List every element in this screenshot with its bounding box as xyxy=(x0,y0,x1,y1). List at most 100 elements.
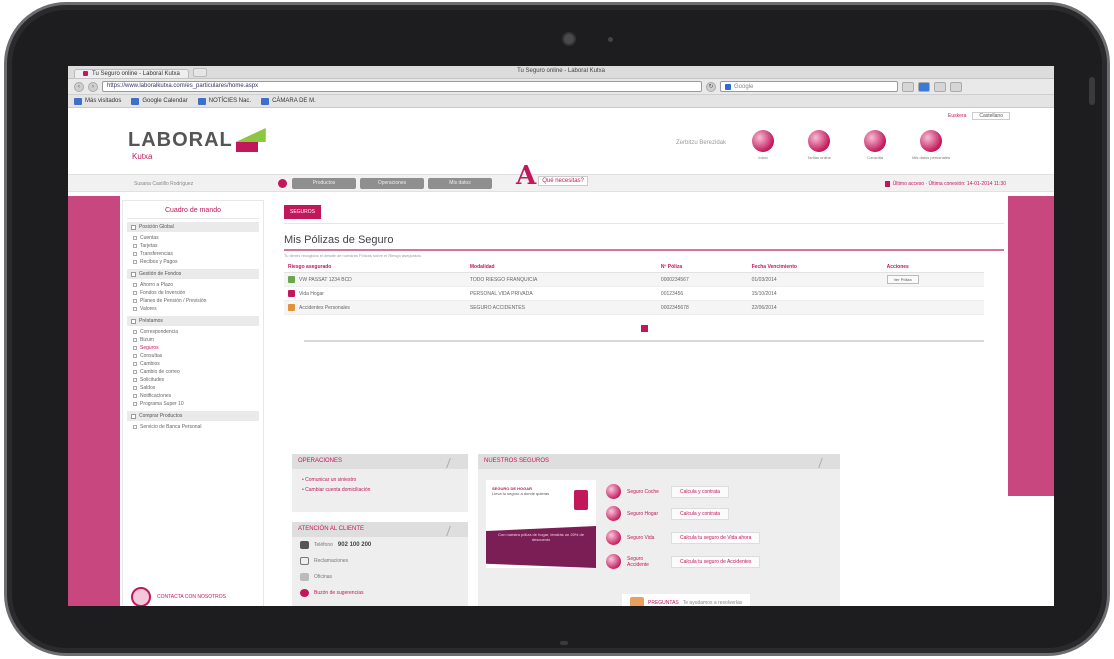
header-greeting: Zerbitzu Berezidak xyxy=(676,140,727,146)
table-row[interactable]: Accidentes Personales SEGURO ACCIDENTES 00… xyxy=(284,300,984,315)
rate-icon xyxy=(808,130,831,152)
table-row[interactable]: Vida Hogar PERSONAL VIDA PRIVADA 00123456 1… xyxy=(284,286,984,301)
product-cta-button[interactable]: Calcula y contrata xyxy=(671,507,730,520)
sidebar-item[interactable]: Valores xyxy=(127,305,259,313)
product-cta-button[interactable]: Calcula tu seguro de Vida ahora xyxy=(671,531,761,544)
device-icon xyxy=(574,490,588,510)
favicon-icon xyxy=(83,71,88,76)
sidebar-item[interactable]: Cambios xyxy=(127,360,259,368)
nav-dot-icon xyxy=(278,179,287,188)
header-home-button[interactable]: Inicio xyxy=(744,130,782,160)
brand-logo[interactable]: LABORAL xyxy=(128,128,266,152)
sidebar-section[interactable]: Posición Global xyxy=(127,222,259,232)
sidebar-section[interactable]: Comprar Productos xyxy=(127,411,259,421)
sidebar-item[interactable]: Cambio de correo xyxy=(127,368,259,376)
pagination-dot[interactable] xyxy=(640,325,648,332)
support-row[interactable]: Oficinas xyxy=(292,569,468,585)
sidebar-item[interactable]: Saldos xyxy=(127,384,259,392)
view-policy-button[interactable]: Ver Póliza xyxy=(886,274,919,284)
lang-castellano[interactable]: Castellano xyxy=(972,112,1010,120)
header-profile-button[interactable]: Mis datos personales xyxy=(912,130,950,160)
column-header[interactable]: Riesgo asegurado xyxy=(284,262,466,273)
cell-accion[interactable] xyxy=(882,286,984,301)
sidebar-item[interactable]: Fondos de Inversión xyxy=(127,289,259,297)
operation-link[interactable]: • Cambiar cuenta domiciliación xyxy=(292,485,468,495)
sidebar-item[interactable]: Correspondencia xyxy=(127,328,259,336)
main-nav: Susana Castillo Rodríguez Productos Oper… xyxy=(68,163,1054,192)
back-icon[interactable]: ‹ xyxy=(74,81,84,92)
column-header[interactable]: Modalidad xyxy=(465,262,657,273)
heart-icon xyxy=(606,484,621,499)
download-icon[interactable] xyxy=(918,81,930,92)
forward-icon[interactable]: › xyxy=(88,81,98,92)
nav-tab[interactable]: Mis datos xyxy=(428,178,492,189)
nav-tab[interactable]: Productos xyxy=(292,178,356,189)
browser-navbar: ‹ › https://www.laboralkutxa.com/es_part… xyxy=(68,79,1054,95)
new-tab-button[interactable] xyxy=(192,67,207,77)
support-row[interactable]: Reclamaciones xyxy=(292,553,468,569)
insurance-product: Seguro Accidente Calcula tu seguro de Ac… xyxy=(606,554,761,569)
sidebar-item[interactable]: Solicitudes xyxy=(127,376,259,384)
table-row[interactable]: VW PASSAT 1234 BCD TODO RIESGO FRANQUICIA… xyxy=(284,272,984,287)
support-row[interactable]: Buzón de sugerencias xyxy=(292,585,468,601)
url-bar[interactable]: https://www.laboralkutxa.com/es_particul… xyxy=(102,81,702,92)
browser-titlebar: Tu Seguro online - Laboral Kutxa Tu Segu… xyxy=(68,66,1054,79)
faq-link[interactable]: PREGUNTAS Te ayudamos a resolverlas xyxy=(622,594,751,606)
menu-icon[interactable] xyxy=(950,81,962,92)
breadcrumb[interactable]: SEGUROS xyxy=(284,205,322,219)
bookmark-item[interactable]: Más visitados xyxy=(74,97,121,105)
cell-accion[interactable] xyxy=(882,300,984,315)
nav-brand[interactable]: A Qué necesitas? xyxy=(516,163,588,189)
header-rates-button[interactable]: Tarifas online xyxy=(800,130,838,160)
lang-euskera[interactable]: Euskera xyxy=(948,113,966,119)
nav-brand-text: Qué necesitas? xyxy=(538,176,588,186)
cell-accion[interactable]: Ver Póliza xyxy=(882,272,984,287)
user-name: Susana Castillo Rodríguez xyxy=(134,181,194,187)
browser-tab[interactable]: Tu Seguro online - Laboral Kutxa xyxy=(74,68,189,78)
home-icon[interactable] xyxy=(934,81,946,92)
reload-icon[interactable]: ↻ xyxy=(706,81,716,92)
home-indicator xyxy=(560,641,568,645)
operation-link[interactable]: • Comunicar un siniestro xyxy=(292,475,468,485)
header-query-button[interactable]: Consulta xyxy=(856,130,894,160)
column-header[interactable]: Fecha Vencimiento xyxy=(747,262,883,273)
bookmark-item[interactable]: CÀMARA DE M. xyxy=(261,97,316,105)
product-cta-button[interactable]: Calcula y contrata xyxy=(671,485,730,498)
heart-icon xyxy=(606,506,621,521)
sidebar-item[interactable]: Transferencias xyxy=(127,250,259,258)
sidebar-item[interactable]: Planes de Pensión / Previsión xyxy=(127,297,259,305)
cell-modalidad: TODO RIESGO FRANQUICIA xyxy=(465,272,657,287)
sidebar-item[interactable]: Programa Super 10 xyxy=(127,400,259,408)
column-header[interactable]: Nº Póliza xyxy=(656,262,748,273)
sidebar-item[interactable]: Bizum xyxy=(127,336,259,344)
sidebar-item[interactable]: Notificaciones xyxy=(127,392,259,400)
sidebar-item[interactable]: Tarjetas xyxy=(127,242,259,250)
sidebar-item[interactable]: Cuentas xyxy=(127,234,259,242)
sidebar-section[interactable]: Préstamos xyxy=(127,316,259,326)
bookmark-item[interactable]: NOTÍCIES Nac. xyxy=(197,97,251,105)
contact-link[interactable]: CONTACTA CON NOSOTROS xyxy=(131,587,226,606)
query-icon xyxy=(864,130,887,152)
search-input[interactable]: Google xyxy=(720,81,898,92)
nav-tab[interactable]: Operaciones xyxy=(360,178,424,189)
sidebar-item-seguros[interactable]: Seguros xyxy=(127,344,259,352)
product-cta-button[interactable]: Calcula tu seguro de Accidentes xyxy=(671,555,761,568)
bookmark-item[interactable]: Google Calendar xyxy=(131,97,188,105)
phone-row[interactable]: Teléfono 902 100 200 xyxy=(292,537,468,553)
insurance-product: Seguro Coche Calcula y contrata xyxy=(606,484,730,499)
bookmark-star-icon[interactable] xyxy=(902,81,914,92)
sidebar-item[interactable]: Recibos y Pagos xyxy=(127,258,259,266)
insurance-product: Seguro Vida Calcula tu seguro de Vida ah… xyxy=(606,530,761,545)
profile-icon xyxy=(920,130,943,152)
sidebar-item[interactable]: Consultas xyxy=(127,352,259,360)
contact-icon xyxy=(131,587,151,606)
promo-banner[interactable]: SEGURO DE HOGAR Lleva tu seguro a donde … xyxy=(486,480,596,568)
sidebar-item[interactable]: Ahorro a Plazo xyxy=(127,281,259,289)
chat-icon xyxy=(300,557,309,565)
cell-riesgo: Vida Hogar xyxy=(284,286,466,301)
mail-icon xyxy=(300,589,309,597)
policy-type-icon xyxy=(288,304,295,311)
heart-icon xyxy=(606,554,621,569)
sidebar-item[interactable]: Servicio de Banca Personal xyxy=(127,423,259,431)
sidebar-section[interactable]: Gestión de Fondos xyxy=(127,269,259,279)
